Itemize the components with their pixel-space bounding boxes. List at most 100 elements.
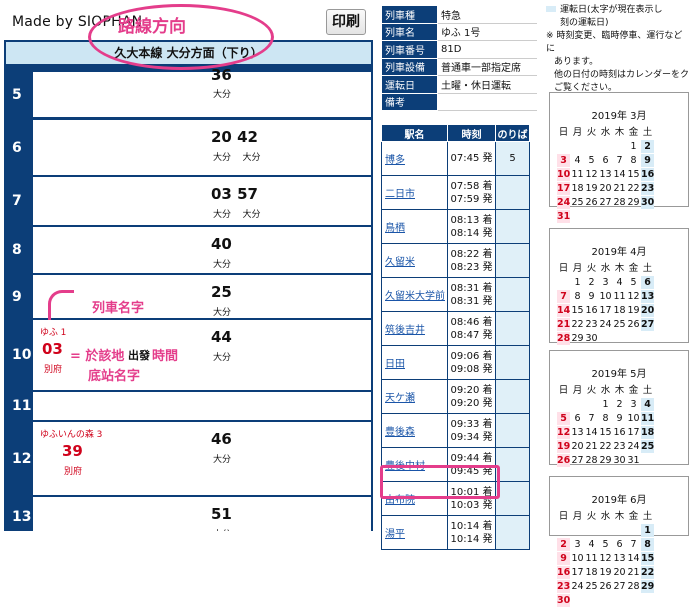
calendar-day[interactable]: 26 <box>599 580 612 593</box>
local-train-cell[interactable]: 20 42 大分 大分 <box>199 120 371 175</box>
limited-express-cell[interactable] <box>34 177 198 225</box>
calendar-day[interactable]: 13 <box>571 426 584 439</box>
station-link[interactable]: 博多 <box>385 155 405 166</box>
calendar-day[interactable]: 25 <box>585 580 598 593</box>
calendar-day[interactable]: 26 <box>585 196 598 209</box>
limited-express-cell[interactable]: ゆふいんの森 3 39 別府 <box>34 422 198 495</box>
limited-express-cell[interactable] <box>34 227 198 273</box>
calendar-day[interactable]: 28 <box>627 580 640 593</box>
calendar-day[interactable]: 29 <box>571 332 584 345</box>
calendar-day[interactable]: 24 <box>627 440 640 453</box>
calendar-day[interactable]: 1 <box>599 398 612 411</box>
departure-minutes[interactable]: 51 <box>211 505 232 523</box>
calendar-day[interactable]: 30 <box>585 332 598 345</box>
calendar-day[interactable]: 29 <box>599 454 612 467</box>
calendar-day[interactable]: 7 <box>627 538 640 551</box>
calendar-day[interactable]: 23 <box>585 318 598 331</box>
calendar-day[interactable]: 15 <box>641 552 654 565</box>
calendar-day[interactable]: 16 <box>613 426 626 439</box>
calendar-day[interactable]: 30 <box>641 196 654 209</box>
local-train-cell[interactable] <box>199 392 371 420</box>
calendar-day[interactable]: 3 <box>557 154 570 167</box>
departure-minutes[interactable]: 20 42 <box>211 128 258 146</box>
calendar-day[interactable]: 4 <box>585 538 598 551</box>
calendar-day[interactable]: 12 <box>627 290 640 303</box>
calendar-day[interactable]: 9 <box>585 290 598 303</box>
calendar-day[interactable]: 12 <box>599 552 612 565</box>
calendar-day[interactable]: 1 <box>627 140 640 153</box>
calendar-day[interactable]: 6 <box>571 412 584 425</box>
calendar-day[interactable]: 31 <box>627 454 640 467</box>
calendar-day[interactable]: 21 <box>557 318 570 331</box>
train-minutes[interactable]: 03 <box>42 340 63 358</box>
calendar-day[interactable]: 5 <box>557 412 570 425</box>
calendar-day[interactable]: 9 <box>613 412 626 425</box>
calendar-day[interactable]: 17 <box>557 182 570 195</box>
calendar-day[interactable]: 25 <box>641 440 654 453</box>
calendar-day[interactable]: 6 <box>613 538 626 551</box>
calendar-day[interactable]: 1 <box>571 276 584 289</box>
local-train-cell[interactable]: 46 大分 <box>199 422 371 495</box>
calendar-day[interactable]: 2 <box>613 398 626 411</box>
calendar-day[interactable]: 28 <box>557 332 570 345</box>
calendar-day[interactable]: 24 <box>599 318 612 331</box>
calendar-day[interactable]: 11 <box>641 412 654 425</box>
calendar-day[interactable]: 7 <box>585 412 598 425</box>
calendar-day[interactable]: 10 <box>571 552 584 565</box>
departure-minutes[interactable]: 46 <box>211 430 232 448</box>
calendar-day[interactable]: 13 <box>613 552 626 565</box>
station-link[interactable]: 筑後吉井 <box>385 325 425 336</box>
local-train-cell[interactable]: 51 大分 <box>199 497 371 531</box>
calendar-day[interactable]: 18 <box>641 426 654 439</box>
local-train-cell[interactable]: 44 大分 <box>199 320 371 390</box>
calendar-day[interactable]: 24 <box>571 580 584 593</box>
calendar-day[interactable]: 16 <box>641 168 654 181</box>
calendar-day[interactable]: 8 <box>641 538 654 551</box>
calendar-day[interactable]: 2 <box>641 140 654 153</box>
limited-express-cell[interactable] <box>34 392 198 420</box>
calendar-day[interactable]: 9 <box>641 154 654 167</box>
calendar-day[interactable]: 14 <box>627 552 640 565</box>
station-link[interactable]: 豊後森 <box>385 427 415 438</box>
calendar-day[interactable]: 21 <box>585 440 598 453</box>
calendar-day[interactable]: 20 <box>613 566 626 579</box>
calendar-day[interactable]: 25 <box>613 318 626 331</box>
calendar-day[interactable]: 17 <box>627 426 640 439</box>
calendar-day[interactable]: 19 <box>557 440 570 453</box>
station-link[interactable]: 二日市 <box>385 189 415 200</box>
calendar-day[interactable]: 14 <box>613 168 626 181</box>
calendar-day[interactable]: 13 <box>641 290 654 303</box>
limited-express-cell[interactable] <box>34 120 198 175</box>
calendar-day[interactable]: 5 <box>627 276 640 289</box>
calendar-day[interactable]: 6 <box>641 276 654 289</box>
calendar-day[interactable]: 20 <box>599 182 612 195</box>
calendar-day[interactable]: 3 <box>627 398 640 411</box>
calendar-day[interactable]: 23 <box>641 182 654 195</box>
local-train-cell[interactable]: 25 大分 <box>199 275 371 318</box>
calendar-day[interactable]: 26 <box>627 318 640 331</box>
calendar-day[interactable]: 5 <box>599 538 612 551</box>
calendar-day[interactable]: 27 <box>613 580 626 593</box>
calendar-day[interactable]: 28 <box>613 196 626 209</box>
calendar-day[interactable]: 14 <box>585 426 598 439</box>
departure-minutes[interactable]: 36 <box>211 66 232 84</box>
calendar-day[interactable]: 21 <box>613 182 626 195</box>
calendar-day[interactable]: 27 <box>599 196 612 209</box>
calendar-day[interactable]: 12 <box>557 426 570 439</box>
calendar-day[interactable]: 27 <box>641 318 654 331</box>
calendar-day[interactable]: 13 <box>599 168 612 181</box>
calendar-day[interactable]: 9 <box>557 552 570 565</box>
calendar-day[interactable]: 6 <box>599 154 612 167</box>
calendar-day[interactable]: 30 <box>557 594 570 607</box>
departure-minutes[interactable]: 40 <box>211 235 232 253</box>
calendar-day[interactable]: 8 <box>571 290 584 303</box>
calendar-day[interactable]: 3 <box>599 276 612 289</box>
calendar-day[interactable]: 15 <box>627 168 640 181</box>
calendar-day[interactable]: 15 <box>599 426 612 439</box>
calendar-day[interactable]: 18 <box>571 182 584 195</box>
print-button[interactable]: 印刷 <box>326 9 366 35</box>
calendar-day[interactable]: 2 <box>585 276 598 289</box>
calendar-day[interactable]: 10 <box>627 412 640 425</box>
calendar-day[interactable]: 28 <box>585 454 598 467</box>
calendar-day[interactable]: 14 <box>557 304 570 317</box>
